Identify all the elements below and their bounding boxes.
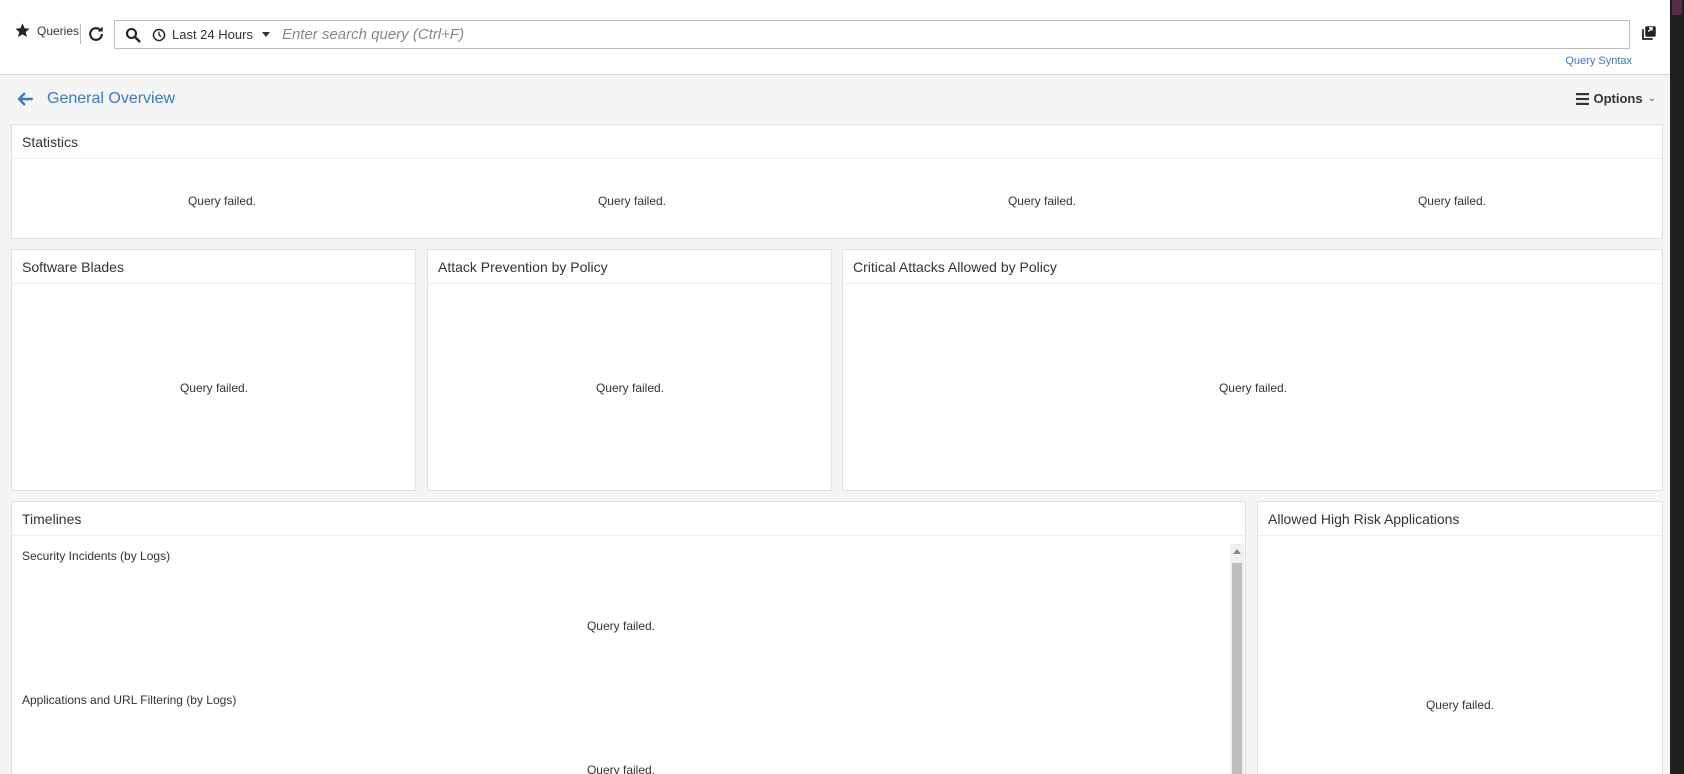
caret-down-icon <box>261 32 270 37</box>
statistics-cell-1-status: Query failed. <box>187 194 257 208</box>
queries-label: Queries <box>37 23 80 38</box>
critical-attacks-title: Critical Attacks Allowed by Policy <box>853 259 1057 275</box>
star-icon <box>15 23 30 38</box>
panel-divider <box>12 283 415 284</box>
chevron-down-icon: ⌄ <box>1647 93 1656 104</box>
high-risk-apps-title: Allowed High Risk Applications <box>1268 511 1460 527</box>
time-range-label: Last 24 Hours <box>172 27 253 42</box>
timeline-app-url-filtering-status: Query failed. <box>586 763 656 774</box>
app-window: Queries Last 24 Hours Query Syntax Gener… <box>0 0 1670 774</box>
high-risk-apps-panel: Allowed High Risk Applications Query fai… <box>1257 501 1663 774</box>
critical-attacks-panel: Critical Attacks Allowed by Policy Query… <box>842 249 1663 491</box>
toolbar-separator <box>80 24 81 44</box>
options-label: Options <box>1593 91 1643 106</box>
software-blades-title: Software Blades <box>22 259 124 275</box>
window-edge <box>1670 0 1684 774</box>
panel-divider <box>1258 535 1662 536</box>
query-syntax-link[interactable]: Query Syntax <box>1565 55 1632 67</box>
attack-prevention-status: Query failed. <box>595 381 665 395</box>
queries-button[interactable]: Queries <box>14 22 79 39</box>
statistics-panel: Statistics Query failed. Query failed. Q… <box>11 124 1663 239</box>
timeline-security-incidents-status: Query failed. <box>586 619 656 633</box>
time-range-picker[interactable]: Last 24 Hours <box>152 27 270 42</box>
statistics-cell-2-status: Query failed. <box>597 194 667 208</box>
timeline-app-url-filtering-label: Applications and URL Filtering (by Logs) <box>22 693 237 707</box>
scrollbar-thumb[interactable] <box>1232 563 1242 774</box>
attack-prevention-title: Attack Prevention by Policy <box>438 259 608 275</box>
timelines-panel: Timelines Security Incidents (by Logs) Q… <box>11 501 1246 774</box>
hamburger-icon <box>1575 92 1589 105</box>
high-risk-apps-status: Query failed. <box>1425 698 1495 712</box>
page-title: General Overview <box>47 90 176 107</box>
search-bar: Last 24 Hours <box>114 20 1630 49</box>
panel-divider <box>12 158 1662 159</box>
panel-divider <box>843 283 1662 284</box>
search-icon[interactable] <box>124 26 142 44</box>
software-blades-status: Query failed. <box>179 381 249 395</box>
back-arrow-icon[interactable] <box>16 90 34 108</box>
refresh-icon[interactable] <box>86 23 106 45</box>
options-menu-button[interactable]: Options ⌄ <box>1575 91 1656 106</box>
statistics-cell-3-status: Query failed. <box>1007 194 1077 208</box>
clock-icon <box>152 28 166 41</box>
statistics-title: Statistics <box>22 134 79 150</box>
copy-window-icon[interactable] <box>1640 24 1658 42</box>
timeline-security-incidents-label: Security Incidents (by Logs) <box>22 549 171 563</box>
critical-attacks-status: Query failed. <box>1218 381 1288 395</box>
window-edge-accent <box>1672 0 1682 15</box>
page-header: General Overview Options ⌄ <box>0 76 1670 124</box>
attack-prevention-panel: Attack Prevention by Policy Query failed… <box>427 249 832 491</box>
panel-divider <box>428 283 831 284</box>
panel-divider <box>12 535 1245 536</box>
timelines-title: Timelines <box>22 511 82 527</box>
search-input[interactable] <box>281 21 1629 48</box>
scroll-up-arrow-icon[interactable] <box>1233 549 1241 554</box>
software-blades-panel: Software Blades Query failed. <box>11 249 416 491</box>
statistics-cell-4-status: Query failed. <box>1417 194 1487 208</box>
timelines-scrollbar[interactable] <box>1230 544 1244 774</box>
top-toolbar: Queries Last 24 Hours Query Syntax <box>0 0 1670 75</box>
